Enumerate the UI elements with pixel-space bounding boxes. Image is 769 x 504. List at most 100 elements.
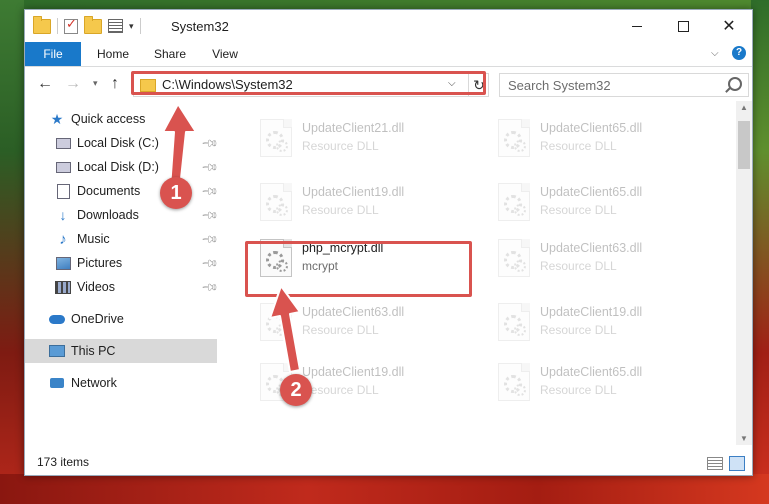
dll-file-icon (260, 239, 292, 277)
address-path[interactable]: C:\Windows\System32 (162, 77, 293, 92)
tab-home[interactable]: Home (83, 42, 143, 66)
sidebar-item-label: OneDrive (71, 312, 124, 326)
sidebar-item-label: Network (71, 376, 117, 390)
file-type: Resource DLL (540, 139, 617, 153)
file-name: php_mcrypt.dll (302, 241, 384, 255)
large-icons-view-icon[interactable] (729, 456, 745, 471)
sidebar-item-downloads[interactable]: ↓ Downloads 📌︎ (25, 203, 219, 227)
properties-list-icon[interactable] (108, 19, 123, 33)
file-type: Resource DLL (302, 323, 379, 337)
properties-check-icon[interactable] (64, 16, 78, 34)
file-type: Resource DLL (540, 383, 617, 397)
sidebar-item-label: Local Disk (C:) (77, 136, 159, 150)
tab-file[interactable]: File (25, 42, 81, 66)
this-pc-icon (49, 343, 65, 359)
dll-file-icon (498, 363, 530, 401)
search-box[interactable]: Search System32 (499, 73, 749, 97)
sidebar-item-label: Local Disk (D:) (77, 160, 159, 174)
refresh-icon[interactable]: ↻ (468, 74, 489, 96)
sidebar-item-network[interactable]: Network (25, 371, 217, 395)
file-type: Resource DLL (302, 203, 379, 217)
pin-icon[interactable]: 📌︎ (200, 181, 219, 200)
pin-icon[interactable]: 📌︎ (200, 253, 219, 272)
pin-icon[interactable]: 📌︎ (200, 205, 219, 224)
pin-icon[interactable]: 📌︎ (200, 157, 219, 176)
toolbar-separator (57, 18, 58, 34)
minimize-button[interactable] (614, 10, 660, 42)
new-folder-icon[interactable] (84, 15, 102, 34)
sidebar-item-videos[interactable]: Videos 📌︎ (25, 275, 219, 299)
details-view-icon[interactable] (707, 457, 723, 470)
sidebar-item-label: Quick access (71, 112, 146, 126)
dll-file-icon (260, 303, 292, 341)
sidebar-item-onedrive[interactable]: OneDrive (25, 307, 217, 331)
star-icon: ★ (50, 110, 64, 127)
navigation-bar: ← → ▾ ↑ C:\Windows\System32 ⌵ ↻ Search S… (25, 67, 752, 101)
status-bar: 173 items (25, 451, 752, 475)
file-name: UpdateClient21.dll (302, 121, 405, 135)
file-type: Resource DLL (540, 323, 617, 337)
downloads-icon: ↓ (59, 207, 67, 223)
quick-access-toolbar: ▾ (33, 15, 141, 34)
file-tile[interactable]: UpdateClient65.dll Resource DLL (488, 109, 708, 165)
pin-icon[interactable]: 📌︎ (200, 277, 219, 296)
file-tile[interactable]: UpdateClient19.dll Resource DLL (488, 293, 708, 349)
sidebar-item-local-disk-d[interactable]: Local Disk (D:) 📌︎ (25, 155, 219, 179)
tab-view[interactable]: View (201, 42, 249, 66)
scroll-down-icon[interactable]: ▼ (740, 434, 748, 443)
sidebar-item-quick-access[interactable]: ★ Quick access (25, 107, 217, 131)
file-tile[interactable]: UpdateClient65.dll Resource DLL (488, 173, 708, 229)
customize-toolbar-dropdown-icon[interactable]: ▾ (129, 21, 134, 32)
minimize-icon (632, 25, 642, 27)
file-type: mcrypt (302, 259, 338, 273)
help-icon[interactable]: ? (732, 46, 746, 60)
drive-icon (55, 159, 71, 175)
file-tile[interactable]: UpdateClient65.dll Resource DLL (488, 353, 708, 409)
desktop-background-right (751, 0, 769, 504)
close-button[interactable]: ✕ (706, 10, 752, 42)
file-tile[interactable]: UpdateClient21.dll Resource DLL (250, 109, 470, 165)
forward-arrow-icon[interactable]: → (65, 75, 81, 93)
file-tile[interactable]: UpdateClient63.dll Resource DLL (488, 229, 708, 285)
sidebar-item-music[interactable]: ♪ Music 📌︎ (25, 227, 219, 251)
address-history-chevron-icon[interactable]: ⌵ (448, 78, 456, 89)
title-bar: ▾ System32 ✕ (25, 10, 752, 42)
sidebar-item-pictures[interactable]: Pictures 📌︎ (25, 251, 219, 275)
file-name: UpdateClient19.dll (302, 185, 405, 199)
dll-file-icon (260, 119, 292, 157)
scroll-thumb[interactable] (738, 121, 750, 169)
maximize-button[interactable] (660, 10, 706, 42)
folder-icon[interactable] (33, 15, 51, 34)
documents-icon (55, 183, 71, 199)
sidebar-item-label: Pictures (77, 256, 123, 270)
pictures-icon (55, 255, 71, 271)
sidebar-item-local-disk-c[interactable]: Local Disk (C:) 📌︎ (25, 131, 219, 155)
dll-file-icon (498, 119, 530, 157)
sidebar-item-label: Videos (77, 280, 115, 294)
desktop-background-bottom (0, 474, 769, 504)
address-bar[interactable]: C:\Windows\System32 ⌵ ↻ (133, 73, 489, 97)
back-arrow-icon[interactable]: ← (37, 75, 53, 93)
address-folder-icon (140, 79, 156, 92)
file-type: Resource DLL (540, 203, 617, 217)
file-name: UpdateClient65.dll (540, 185, 643, 199)
expand-ribbon-chevron-icon[interactable]: ⌵ (711, 48, 719, 59)
file-tile[interactable]: UpdateClient63.dll Resource DLL (250, 293, 470, 349)
sidebar-item-label: Downloads (77, 208, 139, 222)
up-arrow-icon[interactable]: ↑ (111, 75, 119, 93)
step-badge-2: 2 (280, 374, 312, 406)
file-tile[interactable]: UpdateClient19.dll Resource DLL (250, 173, 470, 229)
search-input[interactable]: Search System32 (508, 78, 611, 93)
sidebar-item-this-pc[interactable]: This PC (25, 339, 217, 363)
tab-share[interactable]: Share (145, 42, 195, 66)
file-name: UpdateClient65.dll (540, 121, 643, 135)
file-tile-php-mcrypt[interactable]: php_mcrypt.dll mcrypt (250, 229, 470, 285)
pin-icon[interactable]: 📌︎ (200, 229, 219, 248)
network-icon (49, 375, 65, 391)
item-count: 173 items (37, 455, 90, 469)
scroll-up-icon[interactable]: ▲ (740, 103, 748, 112)
pin-icon[interactable]: 📌︎ (200, 133, 219, 152)
file-name: UpdateClient63.dll (540, 241, 643, 255)
vertical-scrollbar[interactable]: ▲ ▼ (736, 101, 752, 445)
recent-locations-chevron-icon[interactable]: ▾ (93, 78, 98, 89)
